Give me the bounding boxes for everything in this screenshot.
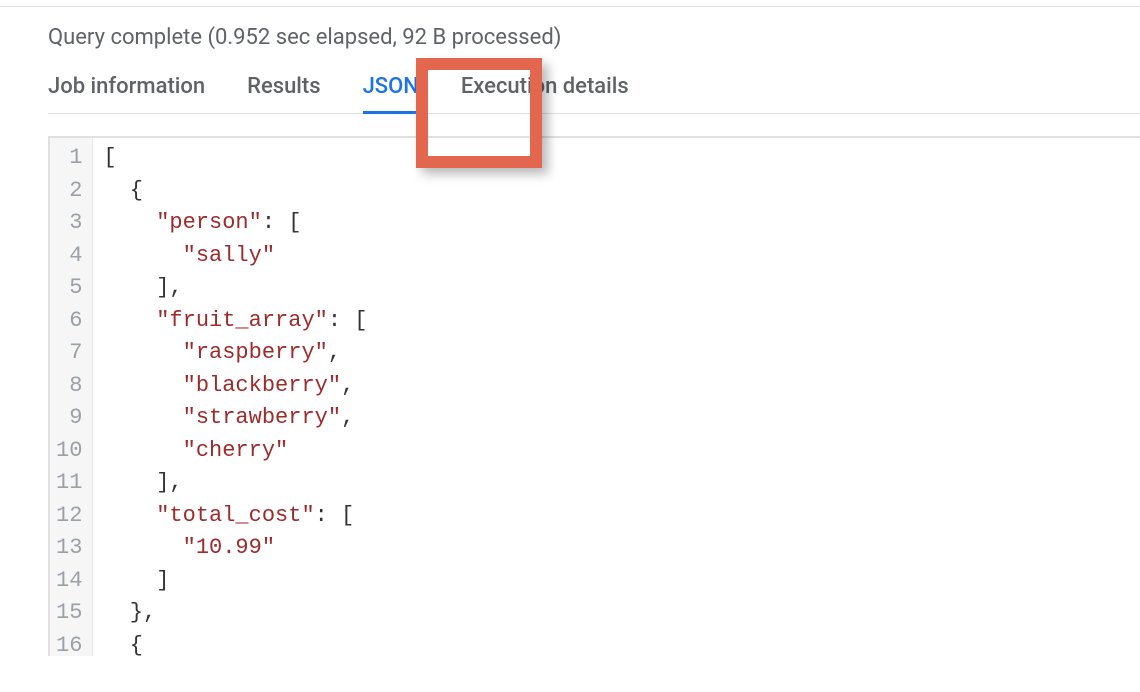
code-body[interactable]: [ { "person": [ "sally" ], "fruit_array"… [93, 138, 377, 656]
line-number: 16 [56, 630, 82, 657]
line-number: 7 [56, 337, 82, 370]
tab-job-information[interactable]: Job information [48, 72, 205, 113]
json-code-panel: 12345678910111213141516 [ { "person": [ … [48, 136, 1140, 656]
code-line: ] [103, 565, 367, 598]
line-number: 10 [56, 435, 82, 468]
query-status: Query complete (0.952 sec elapsed, 92 B … [48, 25, 1140, 50]
code-line: "total_cost": [ [103, 500, 367, 533]
line-number: 8 [56, 370, 82, 403]
tab-execution-details[interactable]: Execution details [461, 72, 629, 113]
code-line: { [103, 175, 367, 208]
line-number: 4 [56, 240, 82, 273]
line-number: 12 [56, 500, 82, 533]
result-tabs: Job information Results JSON Execution d… [48, 72, 1140, 114]
code-line: "cherry" [103, 435, 367, 468]
code-line: "fruit_array": [ [103, 305, 367, 338]
code-line: ], [103, 272, 367, 305]
line-number: 13 [56, 532, 82, 565]
code-line: "blackberry", [103, 370, 367, 403]
line-number: 5 [56, 272, 82, 305]
code-line: { [103, 630, 367, 657]
line-number: 11 [56, 467, 82, 500]
code-line: [ [103, 142, 367, 175]
line-number: 6 [56, 305, 82, 338]
line-number: 15 [56, 597, 82, 630]
code-line: "person": [ [103, 207, 367, 240]
line-number: 1 [56, 142, 82, 175]
line-number: 2 [56, 175, 82, 208]
code-line: }, [103, 597, 367, 630]
code-gutter: 12345678910111213141516 [50, 138, 93, 656]
tab-results[interactable]: Results [247, 72, 320, 113]
tab-json[interactable]: JSON [363, 72, 419, 113]
line-number: 9 [56, 402, 82, 435]
line-number: 14 [56, 565, 82, 598]
code-line: "10.99" [103, 532, 367, 565]
line-number: 3 [56, 207, 82, 240]
code-line: "sally" [103, 240, 367, 273]
code-line: "strawberry", [103, 402, 367, 435]
code-line: "raspberry", [103, 337, 367, 370]
code-line: ], [103, 467, 367, 500]
